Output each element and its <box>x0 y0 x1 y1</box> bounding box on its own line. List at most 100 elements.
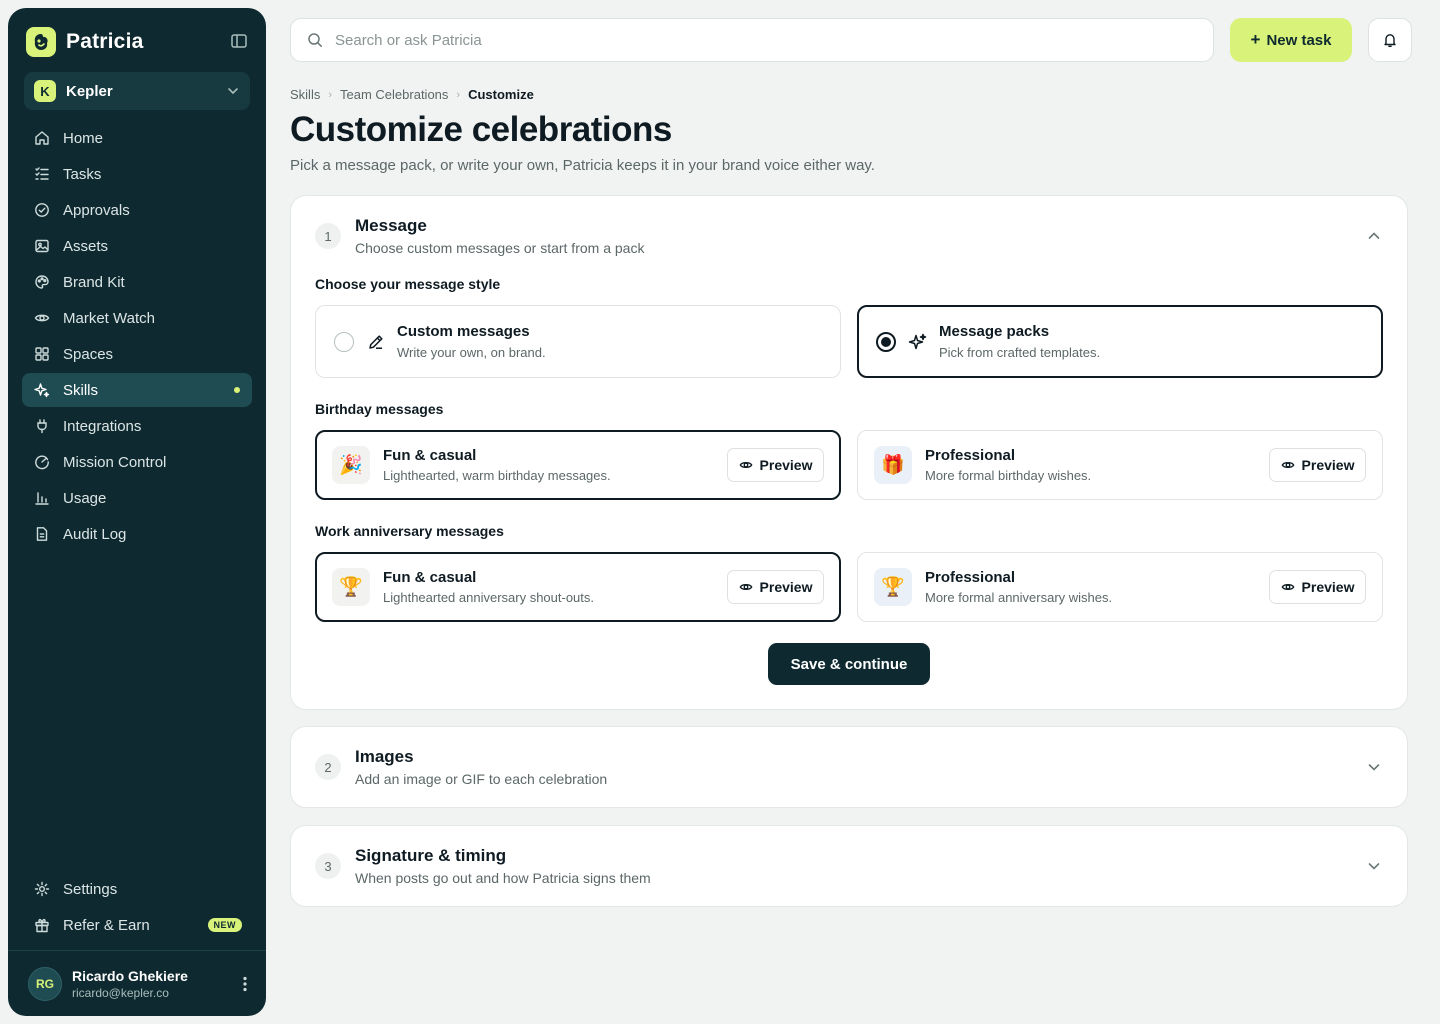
sparkle-icon <box>908 333 927 350</box>
anniversary-pack-professional[interactable]: 🏆 Professional More formal anniversary w… <box>857 552 1383 622</box>
breadcrumb-team-celebrations[interactable]: Team Celebrations <box>340 87 448 102</box>
sidebar-item-assets[interactable]: Assets <box>22 229 252 263</box>
eye-icon <box>739 584 752 590</box>
step-images-card[interactable]: 2 Images Add an image or GIF to each cel… <box>290 726 1408 808</box>
birthday-pack-professional[interactable]: 🎁 Professional More formal birthday wish… <box>857 430 1383 500</box>
chevron-down-icon <box>228 88 238 95</box>
pack-title: Professional <box>925 447 1016 464</box>
sidebar-item-settings[interactable]: Settings <box>22 872 252 906</box>
birthday-pack-fun[interactable]: 🎉 Fun & casual Lighthearted, warm birthd… <box>315 430 841 500</box>
brand-logo-icon <box>26 27 56 57</box>
preview-button[interactable]: Preview <box>1269 570 1366 604</box>
gauge-icon <box>35 455 49 470</box>
workspace-switcher[interactable]: K Kepler <box>24 72 250 110</box>
pack-subtitle: More formal birthday wishes. <box>925 468 1092 483</box>
step-signature-card[interactable]: 3 Signature & timing When posts go out a… <box>290 825 1408 907</box>
chevron-down-icon[interactable] <box>1365 857 1383 875</box>
step-subtitle: Add an image or GIF to each celebration <box>355 771 608 787</box>
option-title: Message packs <box>939 323 1050 340</box>
user-info: Ricardo Ghekiere ricardo@kepler.co <box>72 968 228 1000</box>
birthday-messages-label: Birthday messages <box>315 401 444 417</box>
sidebar-item-label: Refer & Earn <box>63 916 150 934</box>
sidebar-item-brand-kit[interactable]: Brand Kit <box>22 265 252 299</box>
sparkle-icon <box>34 383 50 398</box>
sidebar-item-label: Usage <box>63 489 107 507</box>
eye-icon <box>1281 584 1294 590</box>
step-number: 1 <box>315 223 341 249</box>
sidebar-item-usage[interactable]: Usage <box>22 481 252 515</box>
breadcrumb: Skills › Team Celebrations › Customize <box>290 87 534 102</box>
sidebar-collapse-icon[interactable] <box>230 32 248 50</box>
sidebar-item-approvals[interactable]: Approvals <box>22 193 252 227</box>
search-input[interactable] <box>335 31 1197 49</box>
save-continue-button[interactable]: Save & continue <box>768 643 930 685</box>
new-task-button[interactable]: + New task <box>1230 18 1352 62</box>
anniversary-pack-fun[interactable]: 🏆 Fun & casual Lighthearted anniversary … <box>315 552 841 622</box>
option-subtitle: Pick from crafted templates. <box>939 345 1101 360</box>
sidebar-item-label: Home <box>63 129 104 147</box>
style-option-packs[interactable]: Message packs Pick from crafted template… <box>857 305 1383 378</box>
home-icon <box>35 131 49 145</box>
step-signature-header[interactable]: 3 Signature & timing When posts go out a… <box>315 846 651 886</box>
preview-label: Preview <box>1301 457 1355 473</box>
style-option-custom[interactable]: Custom messages Write your own, on brand… <box>315 305 841 378</box>
step-images-header[interactable]: 2 Images Add an image or GIF to each cel… <box>315 747 607 787</box>
sidebar-item-label: Audit Log <box>63 525 127 543</box>
bar-chart-icon <box>35 492 49 505</box>
message-style-label: Choose your message style <box>315 276 501 292</box>
breadcrumb-separator-icon: › <box>456 88 461 101</box>
preview-button[interactable]: Preview <box>727 448 824 482</box>
user-profile[interactable]: RG Ricardo Ghekiere ricardo@kepler.co <box>28 966 252 1002</box>
step-title: Images <box>355 747 414 766</box>
user-name: Ricardo Ghekiere <box>72 968 188 984</box>
radio-packs[interactable] <box>876 332 896 352</box>
gear-icon <box>34 881 50 897</box>
breadcrumb-current: Customize <box>468 87 534 102</box>
preview-button[interactable]: Preview <box>727 570 824 604</box>
brand[interactable]: Patricia <box>26 26 143 58</box>
preview-label: Preview <box>759 457 813 473</box>
list-icon <box>35 167 49 180</box>
sidebar-item-spaces[interactable]: Spaces <box>22 337 252 371</box>
search-bar[interactable] <box>290 18 1214 62</box>
pack-title: Fun & casual <box>383 447 477 464</box>
chevron-up-icon[interactable] <box>1365 227 1383 245</box>
eye-icon <box>739 462 752 468</box>
sidebar-item-label: Brand Kit <box>63 273 125 291</box>
breadcrumb-separator-icon: › <box>328 88 333 101</box>
sidebar-item-label: Spaces <box>63 345 114 363</box>
preview-button[interactable]: Preview <box>1269 448 1366 482</box>
avatar: RG <box>28 967 62 1001</box>
workspace-name: Kepler <box>66 82 113 100</box>
sidebar-item-home[interactable]: Home <box>22 121 252 155</box>
page-title: Customize celebrations <box>290 110 672 149</box>
sidebar-item-market-watch[interactable]: Market Watch <box>22 301 252 335</box>
document-icon <box>36 527 48 541</box>
eye-icon <box>1281 462 1294 468</box>
gift-icon: 🎁 <box>874 446 912 484</box>
more-options-icon[interactable] <box>238 975 252 993</box>
sidebar-item-label: Integrations <box>63 417 142 435</box>
plus-icon: + <box>1250 30 1261 49</box>
pack-subtitle: Lighthearted anniversary shout-outs. <box>383 590 595 605</box>
pack-subtitle: Lighthearted, warm birthday messages. <box>383 468 611 483</box>
chevron-down-icon[interactable] <box>1365 758 1383 776</box>
sidebar-item-mission-control[interactable]: Mission Control <box>22 445 252 479</box>
sidebar-item-refer-earn[interactable]: Refer & Earn NEW <box>22 908 252 942</box>
pack-title: Fun & casual <box>383 569 477 586</box>
sidebar-item-audit-log[interactable]: Audit Log <box>22 517 252 551</box>
radio-custom[interactable] <box>334 332 354 352</box>
notifications-button[interactable] <box>1368 18 1412 62</box>
sidebar-item-skills[interactable]: Skills <box>22 373 252 407</box>
sidebar-item-tasks[interactable]: Tasks <box>22 157 252 191</box>
sidebar-nav: Home Tasks Approvals Assets Brand Kit Ma… <box>22 121 252 553</box>
sidebar-item-label: Settings <box>63 880 118 898</box>
gift-icon <box>35 918 49 933</box>
breadcrumb-skills[interactable]: Skills <box>290 87 320 102</box>
step-message-header[interactable]: 1 Message Choose custom messages or star… <box>315 216 644 256</box>
pencil-icon <box>369 335 383 349</box>
pack-title: Professional <box>925 569 1016 586</box>
sidebar-item-integrations[interactable]: Integrations <box>22 409 252 443</box>
sidebar: Patricia K Kepler Home Tasks Approvals A… <box>8 8 266 1016</box>
trophy-icon: 🏆 <box>332 568 370 606</box>
